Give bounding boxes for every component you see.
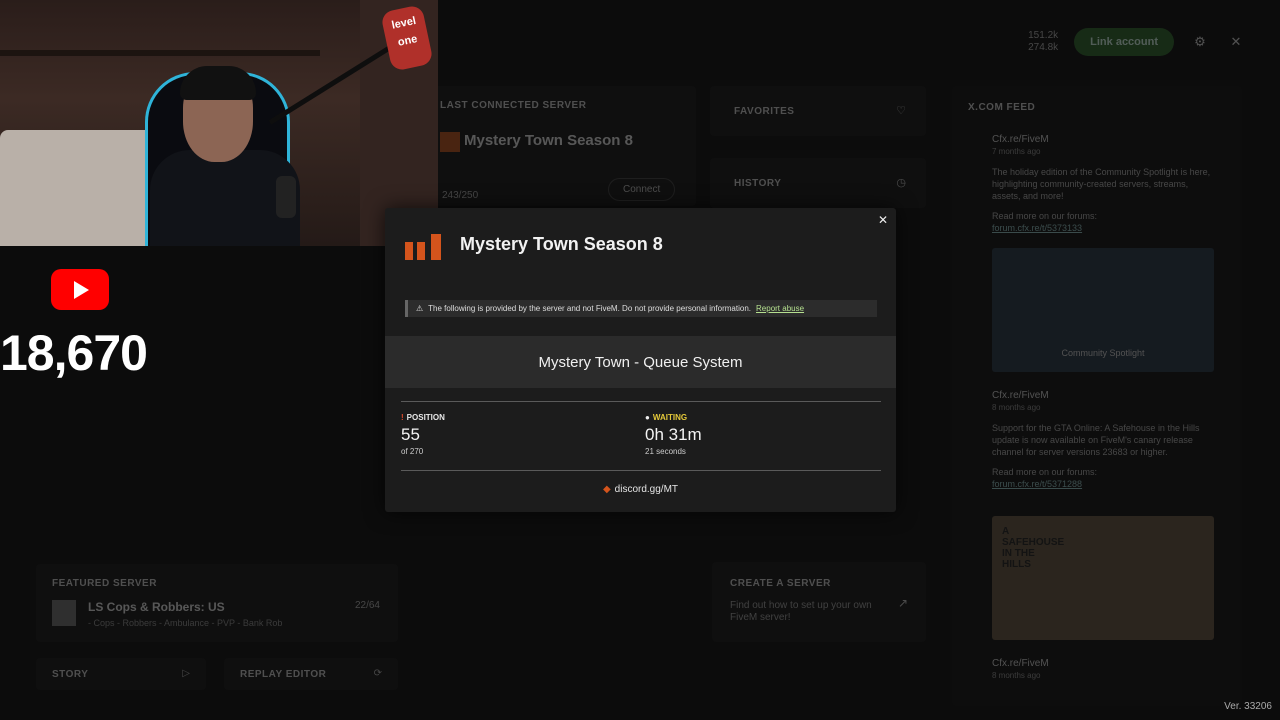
featured-server-panel[interactable]: FEATURED SERVER LS Cops & Robbers: US 22… [36, 564, 398, 642]
create-desc: Find out how to set up your own FiveM se… [730, 600, 872, 623]
stopwatch-icon: ● [645, 413, 650, 422]
exclamation-icon: ! [401, 413, 404, 422]
arrow-up-right-icon: ↗ [897, 596, 908, 610]
waiting-stat: ● WAITING 0h 31m 21 seconds [645, 413, 702, 456]
youtube-subscriber-count: 18,670 [0, 325, 148, 381]
position-label: POSITION [406, 413, 445, 422]
post-author: Cfx.re/FiveM [992, 390, 1049, 401]
youtube-icon [51, 269, 109, 310]
link-account-button[interactable]: Link account [1074, 28, 1174, 56]
position-total: of 270 [401, 447, 424, 456]
post-time: 7 months ago [992, 147, 1041, 156]
post-time: 8 months ago [992, 671, 1041, 680]
last-server-players: 243/250 [442, 190, 479, 201]
connect-button[interactable]: Connect [608, 178, 676, 201]
waiting-label: WAITING [652, 413, 688, 422]
close-icon[interactable]: ✕ [1226, 32, 1246, 52]
post-read-more: Read more on our forums: [992, 211, 1098, 221]
position-stat: ! POSITION 55 of 270 [401, 413, 445, 456]
heart-icon: ♡ [896, 105, 906, 117]
replay-editor-button[interactable]: REPLAY EDITOR ⟳ [224, 658, 398, 690]
post-image-caption: Community Spotlight [1061, 348, 1145, 358]
shelf [0, 50, 320, 56]
featured-tags: - Cops - Robbers - Ambulance - PVP - Ban… [88, 618, 283, 628]
feed-post: Cfx.re/FiveM 8 months ago Support for th… [992, 390, 1214, 490]
diamond-icon: ◆ [602, 484, 611, 495]
last-connected-panel[interactable]: LAST CONNECTED SERVER Mystery Town Seaso… [420, 86, 696, 206]
top-bar: 151.2k 274.8k Link account ⚙ ✕ [1028, 28, 1246, 56]
count-players: 151.2k [1028, 30, 1059, 41]
queue-modal: ✕ Mystery Town Season 8 ⚠ The following … [385, 208, 896, 512]
history-title: HISTORY [734, 178, 782, 189]
report-abuse-link[interactable]: Report abuse [756, 304, 804, 313]
warning-text: The following is provided by the server … [428, 304, 752, 313]
featured-players: 22/64 [354, 600, 380, 611]
post-read-more: Read more on our forums: [992, 467, 1098, 477]
post-time: 8 months ago [992, 403, 1041, 412]
count-servers: 274.8k [1028, 42, 1059, 53]
last-connected-title: LAST CONNECTED SERVER [440, 100, 587, 111]
history-icon: ◷ [896, 177, 906, 189]
feed-post: Cfx.re/FiveM 8 months ago [992, 658, 1214, 690]
post-image[interactable]: Community Spotlight [992, 248, 1214, 372]
server-logo [440, 132, 460, 152]
last-server-name: Mystery Town Season 8 [464, 132, 633, 149]
play-icon: ▷ [182, 668, 190, 679]
feed-post: Cfx.re/FiveM 7 months ago The holiday ed… [992, 134, 1214, 234]
favorites-panel[interactable]: FAVORITES ♡ [710, 86, 926, 136]
post-image-caption: A SAFEHOUSE IN THE HILLS [1002, 526, 1065, 570]
post-image[interactable]: A SAFEHOUSE IN THE HILLS [992, 516, 1214, 640]
post-author: Cfx.re/FiveM [992, 134, 1049, 145]
featured-title: FEATURED SERVER [52, 578, 157, 589]
version-label: Ver. 33206 [1224, 701, 1272, 712]
divider [401, 401, 881, 402]
streamer-hair [180, 66, 256, 100]
create-title: CREATE A SERVER [730, 578, 831, 589]
position-value: 55 [401, 425, 420, 444]
replay-title: REPLAY EDITOR [240, 669, 327, 680]
waiting-seconds: 21 seconds [645, 447, 686, 456]
history-panel[interactable]: HISTORY ◷ [710, 158, 926, 208]
webcam-overlay: level one [0, 0, 438, 246]
post-link[interactable]: forum.cfx.re/t/5371288 [992, 478, 1214, 490]
post-text: Support for the GTA Online: A Safehouse … [992, 423, 1200, 457]
post-link[interactable]: forum.cfx.re/t/5373133 [992, 222, 1214, 234]
queue-title: Mystery Town - Queue System [385, 336, 896, 388]
microphone [276, 176, 296, 218]
gear-icon[interactable]: ⚙ [1190, 32, 1210, 52]
featured-name: LS Cops & Robbers: US [88, 600, 225, 614]
close-icon[interactable]: ✕ [878, 213, 888, 227]
discord-link[interactable]: ◆ discord.gg/MT [385, 484, 896, 495]
favorites-title: FAVORITES [734, 106, 795, 117]
create-server-panel[interactable]: CREATE A SERVER Find out how to set up y… [712, 562, 926, 642]
post-text: The holiday edition of the Community Spo… [992, 167, 1211, 201]
warning-icon: ⚠ [416, 304, 424, 313]
story-button[interactable]: STORY ▷ [36, 658, 206, 690]
x-feed-panel: X.COM FEED Cfx.re/FiveM 7 months ago The… [952, 86, 1242, 706]
player-counts: 151.2k 274.8k [1028, 30, 1058, 54]
feed-title: X.COM FEED [968, 102, 1036, 113]
mystery-town-logo [405, 228, 443, 260]
discord-text: discord.gg/MT [614, 484, 679, 495]
app-root: 151.2k 274.8k Link account ⚙ ✕ LAST CONN… [0, 0, 1280, 720]
modal-title: Mystery Town Season 8 [460, 234, 663, 254]
refresh-icon: ⟳ [373, 668, 382, 679]
featured-logo [52, 600, 76, 626]
story-title: STORY [52, 669, 89, 680]
server-warning: ⚠ The following is provided by the serve… [405, 300, 877, 317]
post-author: Cfx.re/FiveM [992, 658, 1049, 669]
divider [401, 470, 881, 471]
waiting-value: 0h 31m [645, 425, 702, 444]
